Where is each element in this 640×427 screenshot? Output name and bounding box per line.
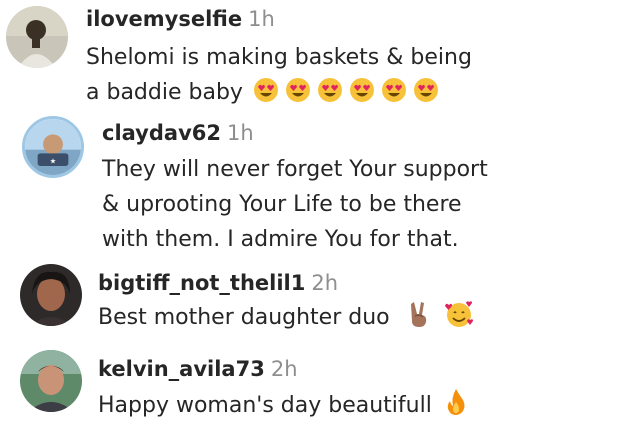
timestamp[interactable]: 2h: [271, 357, 298, 381]
comment-line: Shelomi is making baskets & being: [86, 45, 472, 70]
timestamp[interactable]: 1h: [248, 7, 275, 31]
username[interactable]: bigtiff_not_thelil1: [98, 271, 305, 295]
heart-eyes-icon: [285, 77, 311, 103]
comment-line: Happy woman's day beautifull: [98, 393, 432, 418]
comment-line: a baddie baby: [86, 80, 243, 105]
comment-line-with-emojis: Happy woman's day beautifull: [98, 388, 466, 423]
comment-item: bigtiff_not_thelil1 2h Best mother daught…: [0, 260, 640, 346]
comment-meta: claydav62 1h: [102, 120, 254, 146]
comment-meta: bigtiff_not_thelil1 2h: [98, 270, 338, 296]
comment-line: They will never forget Your support: [102, 157, 488, 182]
avatar[interactable]: [6, 6, 68, 68]
heart-eyes-icon: [317, 77, 343, 103]
username[interactable]: ilovemyselfie: [86, 7, 242, 31]
heart-eyes-icon: [381, 77, 407, 103]
timestamp[interactable]: 1h: [227, 121, 254, 145]
username[interactable]: claydav62: [102, 121, 221, 145]
heart-eyes-icon: [253, 77, 279, 103]
comment-item: ★ claydav62 1h They will never forget You…: [0, 112, 640, 260]
heart-eyes-icon: [413, 77, 439, 103]
comment-item: kelvin_avila73 2h Happy woman's day beaut…: [0, 346, 640, 427]
comment-meta: ilovemyselfie 1h: [86, 6, 275, 32]
svg-text:★: ★: [50, 156, 56, 165]
comment-line: with them. I admire You for that.: [102, 227, 459, 252]
comment-line: Best mother daughter duo: [98, 305, 390, 330]
avatar[interactable]: ★: [22, 116, 84, 178]
victory-hand-icon: [406, 300, 432, 328]
comment-text: They will never forget Your support & up…: [102, 152, 488, 257]
comment-text: Shelomi is making baskets & being a badd…: [86, 40, 472, 110]
heart-eyes-icon: [349, 77, 375, 103]
avatar[interactable]: [20, 350, 82, 412]
username[interactable]: kelvin_avila73: [98, 357, 265, 381]
fire-icon: [446, 388, 466, 416]
comment-meta: kelvin_avila73 2h: [98, 356, 298, 382]
comment-text: Happy woman's day beautifull: [98, 388, 466, 423]
comment-line: & uprooting Your Life to be there: [102, 192, 462, 217]
comment-item: ilovemyselfie 1h Shelomi is making basket…: [0, 0, 640, 112]
comment-text: Best mother daughter duo: [98, 300, 474, 335]
avatar[interactable]: [20, 264, 82, 326]
timestamp[interactable]: 2h: [311, 271, 338, 295]
comment-line-with-emojis: a baddie baby: [86, 75, 472, 110]
comment-line-with-emojis: Best mother daughter duo: [98, 300, 474, 335]
smiling-face-with-hearts-icon: [444, 300, 474, 328]
